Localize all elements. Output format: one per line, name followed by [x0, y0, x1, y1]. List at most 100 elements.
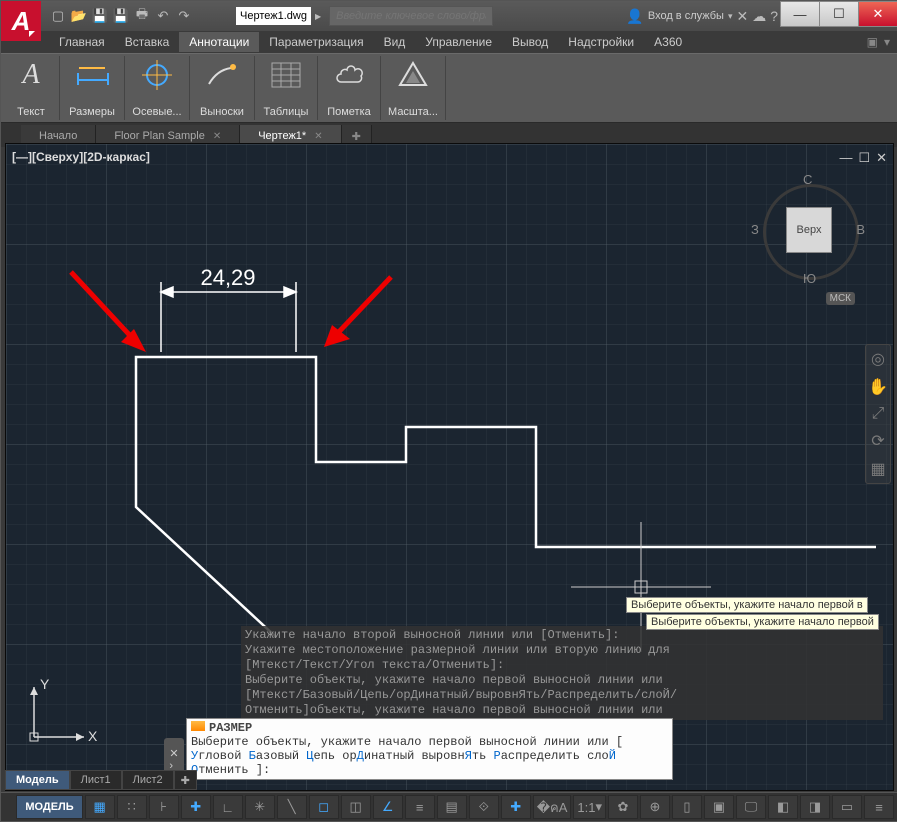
command-option[interactable]: слоЙ [587, 749, 616, 763]
undo-icon[interactable]: ↶ [154, 7, 172, 25]
command-option[interactable]: выровнЯть [422, 749, 487, 763]
tab-insert[interactable]: Вставка [115, 32, 180, 52]
maximize-button[interactable]: ☐ [819, 1, 859, 27]
status-lineweight-icon[interactable]: ≡ [405, 795, 435, 819]
command-options: Угловой Базовый Цепь орДинатный выровнЯт… [191, 749, 616, 777]
command-option[interactable]: Базовый [249, 749, 299, 763]
drawing-polyline [136, 357, 876, 637]
open-icon[interactable]: 📂 [70, 7, 88, 25]
filename-label: Чертеж1.dwg [236, 7, 311, 25]
history-line: [Мтекст/Текст/Угол текста/Отменить]: [245, 658, 879, 673]
tab-annotations[interactable]: Аннотации [179, 32, 259, 52]
filename-dropdown-icon[interactable]: ▶ [315, 12, 321, 21]
annotation-scale-icon [398, 56, 428, 94]
command-option[interactable]: Распределить [494, 749, 580, 763]
annotation-arrow-left [71, 272, 146, 352]
close-tab-icon[interactable]: ✕ [314, 131, 322, 142]
panel-centerlines[interactable]: Осевые... [125, 56, 190, 120]
status-isolate-icon[interactable]: ◨ [800, 795, 830, 819]
panel-markup[interactable]: Пометка [318, 56, 381, 120]
print-icon[interactable]: 🖶 [133, 7, 151, 25]
status-annomonitor-icon[interactable]: ✚ [501, 795, 531, 819]
tab-layout1[interactable]: Лист1 [70, 770, 122, 790]
status-customize-icon[interactable]: ≡ [864, 795, 894, 819]
redo-icon[interactable]: ↷ [175, 7, 193, 25]
dimension-line [161, 282, 296, 352]
status-3dosnap-icon[interactable]: ◫ [341, 795, 371, 819]
history-line: Укажите начало второй выносной линии или… [245, 628, 879, 643]
tab-view[interactable]: Вид [374, 32, 416, 52]
status-osnap-icon[interactable]: ◻ [309, 795, 339, 819]
status-quickprops-icon[interactable]: ▣ [704, 795, 734, 819]
status-cycling-icon[interactable]: ⟐ [469, 795, 499, 819]
tab-parametric[interactable]: Параметризация [259, 32, 373, 52]
tab-home[interactable]: Главная [49, 32, 115, 52]
search-input[interactable] [329, 6, 493, 26]
ribbon-tabs: Главная Вставка Аннотации Параметризация… [1, 31, 897, 53]
dimension-icon [75, 56, 109, 94]
status-snap-icon[interactable]: ∷ [117, 795, 147, 819]
exchange-icon[interactable]: ✕ [736, 8, 748, 25]
tab-layout2[interactable]: Лист2 [122, 770, 174, 790]
status-annovis-icon[interactable]: ⊕ [640, 795, 670, 819]
minimize-button[interactable]: — [780, 1, 820, 27]
tab-addins[interactable]: Надстройки [558, 32, 644, 52]
tab-add-layout[interactable]: ✚ [174, 770, 197, 790]
panel-dimensions[interactable]: Размеры [60, 56, 125, 120]
status-cleanscreen-icon[interactable]: ▭ [832, 795, 862, 819]
a360-icon[interactable]: ☁ [752, 8, 766, 25]
panel-leaders[interactable]: Выноски [190, 56, 255, 120]
close-button[interactable]: ✕ [858, 1, 897, 27]
status-transparency-icon[interactable]: ▤ [437, 795, 467, 819]
status-scale-button[interactable]: 1:1 ▾ [573, 795, 606, 819]
table-icon [271, 56, 301, 94]
command-prompt-post: ]: [256, 763, 270, 777]
leader-icon [207, 56, 237, 94]
ribbon-collapse-icon[interactable]: ▣ [867, 35, 878, 49]
drawing-viewport[interactable]: [—][Сверху][2D-каркас] — ☐ ✕ Верх С Ю В … [5, 143, 894, 791]
command-option[interactable]: орДинатный [342, 749, 414, 763]
command-line[interactable]: РАЗМЕР Выберите объекты, укажите начало … [186, 718, 673, 780]
status-otrack-icon[interactable]: ∠ [373, 795, 403, 819]
history-line: Выберите объекты, укажите начало первой … [245, 673, 879, 688]
command-option[interactable]: Отменить [191, 763, 249, 777]
titlebar: A ▢ 📂 💾 💾 🖶 ↶ ↷ Чертеж1.dwg ▶ 👤 Вход в с… [1, 1, 897, 31]
status-bar: МОДЕЛЬ ▦ ∷ ⊦ ✚ ∟ ✳ ╲ ◻ ◫ ∠ ≡ ▤ ⟐ ✚ �คА 1… [1, 792, 897, 821]
status-polar-icon[interactable]: ✳ [245, 795, 275, 819]
status-isodraft-icon[interactable]: ╲ [277, 795, 307, 819]
tab-model[interactable]: Модель [5, 770, 70, 790]
help-icon[interactable]: ? [770, 8, 778, 24]
app-window: A ▢ 📂 💾 💾 🖶 ↶ ↷ Чертеж1.dwg ▶ 👤 Вход в с… [0, 0, 897, 822]
app-menu-button[interactable]: A [1, 1, 41, 41]
status-hardware-icon[interactable]: ◧ [768, 795, 798, 819]
ribbon: A Текст Размеры Осевые... Выноски Таблиц… [1, 53, 897, 123]
status-infer-icon[interactable]: ⊦ [149, 795, 179, 819]
command-option[interactable]: Цепь [306, 749, 335, 763]
panel-scale[interactable]: Масшта... [381, 56, 446, 120]
panel-tables[interactable]: Таблицы [255, 56, 318, 120]
saveas-icon[interactable]: 💾 [112, 7, 130, 25]
signin-label[interactable]: Вход в службы [648, 10, 724, 22]
status-lock-icon[interactable]: 🖵 [736, 795, 766, 819]
history-line: Укажите местоположение размерной линии и… [245, 643, 879, 658]
close-tab-icon[interactable]: ✕ [213, 131, 221, 142]
status-ortho-icon[interactable]: ∟ [213, 795, 243, 819]
status-model-button[interactable]: МОДЕЛЬ [16, 795, 82, 819]
tab-output[interactable]: Вывод [502, 32, 558, 52]
new-icon[interactable]: ▢ [49, 7, 67, 25]
status-dyninput-icon[interactable]: ✚ [181, 795, 211, 819]
signin-icon[interactable]: 👤 [626, 8, 643, 25]
command-option[interactable]: Угловой [191, 749, 241, 763]
annotation-arrow-right [324, 277, 391, 347]
tab-a360[interactable]: A360 [644, 32, 692, 52]
ribbon-menu-icon[interactable]: ▾ [884, 35, 890, 49]
save-icon[interactable]: 💾 [91, 7, 109, 25]
status-annoscale-icon[interactable]: �คА [533, 795, 572, 819]
tab-manage[interactable]: Управление [415, 32, 502, 52]
status-workspace-icon[interactable]: ✿ [608, 795, 638, 819]
status-grid-icon[interactable]: ▦ [85, 795, 115, 819]
status-units-icon[interactable]: ▯ [672, 795, 702, 819]
panel-text[interactable]: A Текст [3, 56, 60, 120]
dropdown-icon[interactable]: ▾ [728, 11, 733, 22]
command-history: Укажите начало второй выносной линии или… [241, 626, 883, 720]
